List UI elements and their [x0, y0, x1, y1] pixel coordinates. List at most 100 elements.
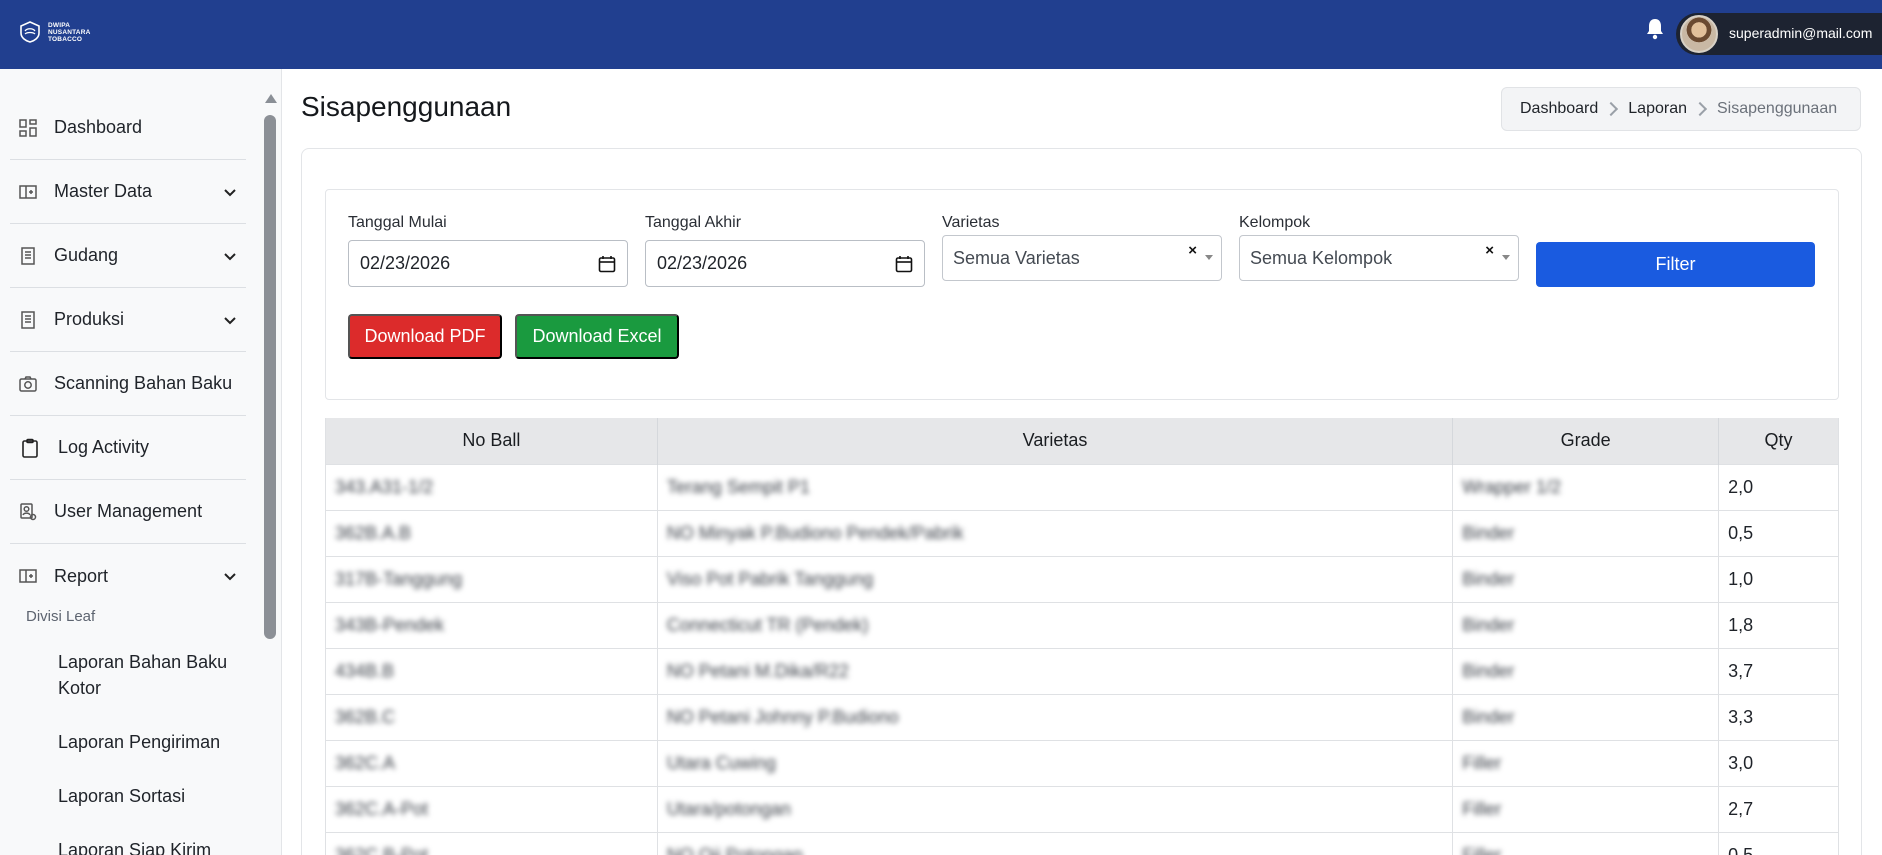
column-header-grade[interactable]: Grade — [1452, 418, 1720, 464]
sidebar-item-scanning-bahan-baku[interactable]: Scanning Bahan Baku — [10, 352, 246, 416]
sidebar-item-dashboard[interactable]: Dashboard — [10, 96, 246, 160]
table-row[interactable]: 362C.A Utara Cuwing Filler 3,0 — [325, 739, 1839, 786]
table-row[interactable]: 362C.B-Pot NO Oji Potongan Filler 0,5 — [325, 831, 1839, 855]
sidebar-item-label: Dashboard — [54, 117, 143, 137]
clear-selection-icon[interactable]: × — [1485, 242, 1494, 259]
filter-button[interactable]: Filter — [1536, 242, 1815, 287]
start-date-value: 02/23/2026 — [360, 253, 451, 273]
page-title: Sisapenggunaan — [301, 91, 512, 122]
chevron-down-icon — [224, 252, 236, 260]
end-date-value: 02/23/2026 — [657, 253, 748, 273]
sidebar-item-user-management[interactable]: User Management — [10, 480, 246, 544]
sidebar-item-label: Gudang — [54, 245, 119, 265]
cell-qty: 1,8 — [1718, 601, 1839, 648]
table-row[interactable]: 362B.A.B NO Minyak P.Budiono Pendek/Pabr… — [325, 509, 1839, 556]
scroll-up-arrow-icon[interactable] — [265, 94, 277, 103]
sidebar-item-produksi[interactable]: Produksi — [10, 288, 246, 352]
cell-varietas: Utara Cuwing — [657, 739, 1454, 786]
column-header-no-ball[interactable]: No Ball — [325, 418, 658, 464]
varietas-selected-value: Semua Varietas — [953, 247, 1080, 268]
cell-qty: 3,3 — [1718, 693, 1839, 740]
sidebar-item-log-activity[interactable]: Log Activity — [10, 416, 246, 480]
cell-grade: Binder — [1452, 647, 1720, 694]
cell-text: 362C.B-Pot — [335, 844, 429, 855]
top-navbar: DWIPA NUSANTARA TOBACCO superadmin@mail.… — [0, 0, 1882, 69]
cell-varietas: NO Minyak P.Budiono Pendek/Pabrik — [657, 509, 1454, 556]
sidebar-subitem-laporan-siap-kirim[interactable]: Laporan Siap Kirim — [58, 837, 211, 855]
sidebar-item-label: Produksi — [54, 309, 125, 329]
sidebar-subitem-laporan-bahan-baku-kotor[interactable]: Laporan Bahan Baku Kotor — [58, 649, 248, 701]
calendar-icon[interactable] — [598, 255, 616, 273]
table-row[interactable]: 362B.C NO Petani Johnny P.Budiono Binder… — [325, 693, 1839, 740]
chevron-down-icon — [224, 188, 236, 196]
cell-no-ball: 317B-Tanggung — [325, 555, 658, 602]
cell-varietas: Terang Sempit P1 — [657, 463, 1454, 510]
user-menu[interactable]: superadmin@mail.com — [1676, 13, 1882, 55]
cell-text: 343B-Pendek — [335, 614, 445, 635]
column-header-varietas[interactable]: Varietas — [657, 418, 1454, 464]
sidebar-section-label: Divisi Leaf — [26, 608, 96, 625]
cell-no-ball: 362B.C — [325, 693, 658, 740]
cell-grade: Filler — [1452, 739, 1720, 786]
varietas-label: Varietas — [942, 214, 1000, 231]
cell-text: NO Petani M.Dika/R22 — [666, 660, 849, 681]
sidebar-item-gudang[interactable]: Gudang — [10, 224, 246, 288]
dropdown-caret-icon — [1502, 255, 1510, 260]
cell-qty: 1,0 — [1718, 555, 1839, 602]
breadcrumb-link-laporan[interactable]: Laporan — [1628, 100, 1687, 118]
dashboard-grid-icon — [19, 118, 37, 137]
sidebar-scrollbar[interactable] — [264, 115, 276, 639]
sidebar-item-label: Master Data — [54, 181, 153, 201]
cell-no-ball: 343B-Pendek — [325, 601, 658, 648]
cell-text: 362C.A — [335, 752, 396, 773]
cell-text: Wrapper 1/2 — [1462, 476, 1561, 497]
end-date-input[interactable]: 02/23/2026 — [645, 240, 925, 287]
cell-no-ball: 434B.B — [325, 647, 658, 694]
end-date-label: Tanggal Akhir — [645, 214, 742, 231]
table-row[interactable]: 434B.B NO Petani M.Dika/R22 Binder 3,7 — [325, 647, 1839, 694]
cell-text: Binder — [1462, 568, 1515, 589]
sidebar-item-master-data[interactable]: Master Data — [10, 160, 246, 224]
notification-bell-icon[interactable] — [1644, 17, 1666, 41]
brand-logo[interactable]: DWIPA NUSANTARA TOBACCO — [18, 20, 90, 44]
cell-text: Utara Cuwing — [666, 752, 776, 773]
cell-varietas: Connecticut TR (Pendek) — [657, 601, 1454, 648]
start-date-input[interactable]: 02/23/2026 — [348, 240, 628, 287]
sidebar-subitem-laporan-sortasi[interactable]: Laporan Sortasi — [58, 783, 185, 809]
column-header-qty[interactable]: Qty — [1718, 418, 1839, 464]
start-date-label: Tanggal Mulai — [348, 214, 447, 231]
download-excel-button[interactable]: Download Excel — [515, 314, 679, 359]
cell-text: Binder — [1462, 706, 1515, 727]
logo-line: NUSANTARA — [48, 28, 91, 36]
cell-text: Viso Pot Pabrik Tanggung — [666, 568, 874, 589]
cell-text: Filler — [1462, 798, 1502, 819]
calendar-icon[interactable] — [895, 255, 913, 273]
table-row[interactable]: 343B-Pendek Connecticut TR (Pendek) Bind… — [325, 601, 1839, 648]
clear-selection-icon[interactable]: × — [1188, 242, 1197, 259]
cell-qty: 0,5 — [1718, 831, 1839, 855]
cell-text: Filler — [1462, 752, 1502, 773]
table-row[interactable]: 343.A31-1/2 Terang Sempit P1 Wrapper 1/2… — [325, 463, 1839, 510]
user-settings-icon — [20, 502, 37, 520]
cell-grade: Binder — [1452, 555, 1720, 602]
kelompok-label: Kelompok — [1239, 214, 1311, 231]
table-row[interactable]: 362C.A-Pot Utara/potongan Filler 2,7 — [325, 785, 1839, 832]
cell-grade: Filler — [1452, 831, 1720, 855]
logo-text: DWIPA NUSANTARA TOBACCO — [48, 22, 90, 43]
table-row[interactable]: 317B-Tanggung Viso Pot Pabrik Tanggung B… — [325, 555, 1839, 602]
download-pdf-button[interactable]: Download PDF — [348, 314, 502, 359]
cell-text: 343.A31-1/2 — [335, 476, 434, 497]
sidebar-subitem-laporan-pengiriman[interactable]: Laporan Pengiriman — [58, 729, 220, 755]
logo-emblem-icon — [20, 21, 40, 43]
cell-text: NO Oji Potongan — [666, 844, 803, 855]
cell-no-ball: 343.A31-1/2 — [325, 463, 658, 510]
varietas-select[interactable]: Semua Varietas × — [942, 235, 1222, 281]
cell-varietas: NO Petani Johnny P.Budiono — [657, 693, 1454, 740]
breadcrumb-link-dashboard[interactable]: Dashboard — [1520, 100, 1598, 118]
cell-qty: 2,7 — [1718, 785, 1839, 832]
filter-panel — [325, 189, 1839, 400]
logo-line: TOBACCO — [48, 35, 83, 43]
cell-varietas: Utara/potongan — [657, 785, 1454, 832]
sidebar-item-report[interactable]: Report — [10, 544, 246, 608]
kelompok-select[interactable]: Semua Kelompok × — [1239, 235, 1519, 281]
